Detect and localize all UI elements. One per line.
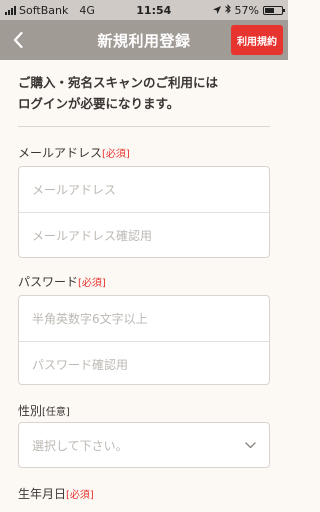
password-confirm-field[interactable]: パスワード確認用: [19, 341, 269, 386]
notice-line-2: ログインが必要になります。: [18, 96, 180, 111]
gender-select[interactable]: 選択して下さい。: [18, 422, 270, 468]
optional-badge: [任意]: [42, 407, 70, 418]
carrier-name: SoftBank: [19, 3, 69, 17]
signal-icon: [5, 5, 16, 15]
terms-button[interactable]: 利用規約: [231, 25, 283, 55]
gender-select-row: 選択して下さい。: [19, 423, 269, 468]
birthday-label: 生年月日[必須]: [18, 485, 94, 502]
password-label-text: パスワード: [18, 275, 79, 289]
status-bar: SoftBank 4G 11:54 57%: [0, 0, 288, 20]
birthday-label-text: 生年月日: [18, 487, 67, 501]
email-label-text: メールアドレス: [18, 146, 103, 160]
status-time: 11:54: [136, 3, 172, 17]
gender-label-text: 性別: [18, 404, 43, 418]
login-notice: ご購入・宛名スキャンのご利用には ログインが必要になります。: [18, 72, 273, 114]
email-input-group: メールアドレス メールアドレス確認用: [18, 166, 270, 258]
network-type: 4G: [79, 3, 95, 17]
password-input-group: 半角英数字6文字以上 パスワード確認用: [18, 295, 270, 385]
battery-percent: 57%: [234, 3, 259, 17]
email-field[interactable]: メールアドレス: [19, 167, 269, 212]
password-field[interactable]: 半角英数字6文字以上: [19, 296, 269, 341]
divider: [18, 126, 270, 127]
back-button[interactable]: [8, 28, 28, 52]
bluetooth-icon: [224, 3, 231, 17]
email-label: メールアドレス[必須]: [18, 144, 130, 161]
status-right: 57%: [212, 3, 285, 17]
chevron-left-icon: [13, 31, 23, 49]
notice-line-1: ご購入・宛名スキャンのご利用には: [18, 75, 219, 90]
page-title: 新規利用登録: [97, 31, 191, 50]
location-icon: [212, 4, 221, 17]
required-badge: [必須]: [78, 278, 106, 289]
required-badge: [必須]: [66, 490, 94, 501]
battery-icon: [263, 5, 285, 15]
email-confirm-field[interactable]: メールアドレス確認用: [19, 212, 269, 257]
gender-label: 性別[任意]: [18, 402, 70, 419]
chevron-down-icon: [245, 442, 256, 449]
password-label: パスワード[必須]: [18, 273, 106, 290]
battery-level: [265, 7, 275, 13]
navigation-bar: 新規利用登録 利用規約: [0, 20, 288, 60]
required-badge: [必須]: [102, 149, 130, 160]
status-left: SoftBank 4G: [5, 4, 115, 17]
gender-select-value: 選択して下さい。: [32, 439, 128, 453]
